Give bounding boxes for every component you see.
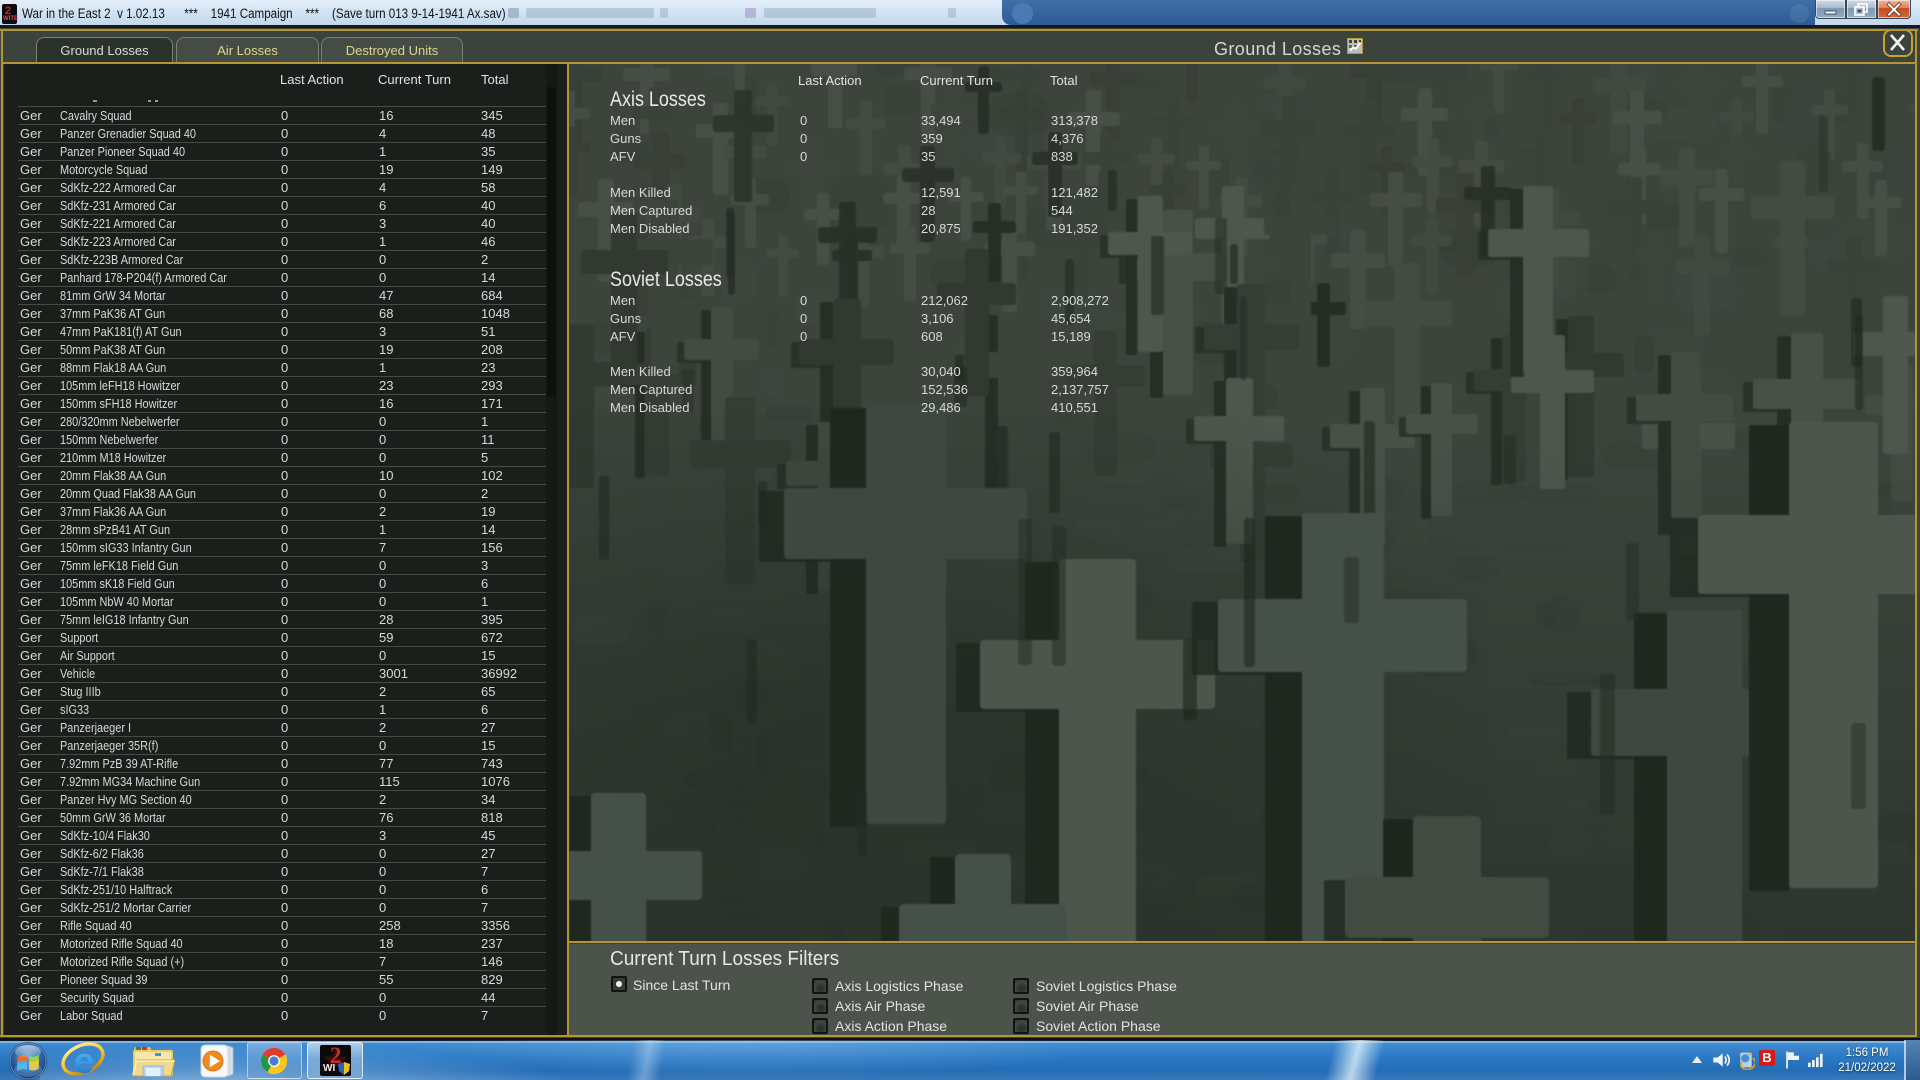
svg-text:e: e [74, 1042, 94, 1080]
